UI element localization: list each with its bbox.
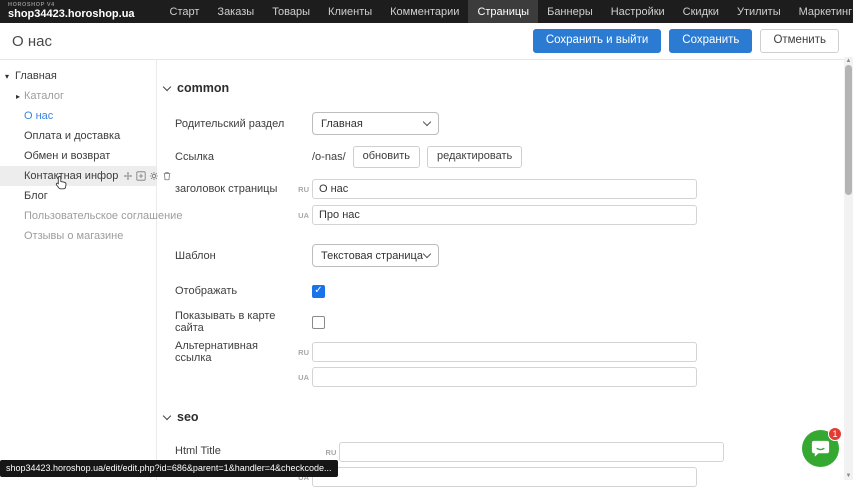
display-row: Отображать ✓ (175, 284, 845, 298)
page-title-ru-row: заголовок страницы RU (175, 179, 845, 199)
nav-discounts[interactable]: Скидки (674, 0, 728, 23)
tree-item-payment[interactable]: Оплата и доставка (0, 126, 156, 146)
nav-clients[interactable]: Клиенты (319, 0, 381, 23)
alt-link-ru-input[interactable] (312, 342, 697, 362)
tree-item-returns[interactable]: Обмен и возврат (0, 146, 156, 166)
section-common[interactable]: common (164, 81, 229, 95)
delete-trash-icon[interactable] (162, 171, 172, 181)
scrollbar-thumb[interactable] (845, 65, 852, 195)
lang-tag-ua: UA (295, 211, 309, 220)
lang-tag-ua: UA (295, 373, 309, 382)
tree-item-contacts[interactable]: Контактная инфор (0, 166, 156, 186)
lang-tag-ru: RU (295, 185, 309, 194)
nav-start[interactable]: Старт (161, 0, 209, 23)
page-title-ru-input[interactable] (312, 179, 697, 199)
link-row: Ссылка /o-nas/ обновить редактировать (175, 146, 845, 168)
refresh-link-button[interactable]: обновить (353, 146, 420, 167)
chat-bubble-icon (810, 438, 831, 459)
page-title-ua-row: UA (175, 205, 845, 225)
scroll-down-icon[interactable]: ▼ (844, 472, 853, 480)
link-value: /o-nas/ (312, 151, 346, 163)
save-button[interactable]: Сохранить (669, 29, 752, 53)
alt-link-ua-row: UA (175, 367, 845, 387)
nav-utilities[interactable]: Утилиты (728, 0, 790, 23)
nav-banners[interactable]: Баннеры (538, 0, 602, 23)
main-nav: Старт Заказы Товары Клиенты Комментарии … (161, 0, 853, 23)
chevron-down-icon (423, 118, 431, 126)
pages-tree-sidebar: ▾ Главная ▸ Каталог О нас Оплата и доста… (0, 60, 157, 480)
logo-domain: shop34423.horoshop.ua (8, 9, 135, 20)
parent-section-row: Родительский раздел Главная (175, 112, 845, 135)
section-seo[interactable]: seo (164, 410, 199, 424)
template-select[interactable]: Текстовая страница (312, 244, 439, 267)
page-title: О нас (12, 33, 52, 50)
html-title-ua-input[interactable] (312, 467, 697, 487)
lang-tag-ru: RU (295, 348, 309, 357)
chat-notification-badge: 1 (828, 427, 842, 441)
add-page-icon[interactable] (136, 171, 146, 181)
link-preview-statusbar: shop34423.horoshop.ua/edit/edit.php?id=6… (0, 460, 338, 477)
caret-right-icon[interactable]: ▸ (16, 92, 20, 101)
template-row: Шаблон Текстовая страница (175, 244, 845, 267)
nav-marketing[interactable]: Маркетинг (790, 0, 853, 23)
chat-widget-button[interactable]: 1 (802, 430, 839, 467)
sitemap-row: Показывать в карте сайта (175, 315, 845, 329)
html-title-ru-row: Html Title Полная замена title, генериру… (175, 442, 845, 462)
lang-tag-ru: RU (322, 448, 336, 457)
tree-item-user-agreement[interactable]: Пользовательское соглашение (0, 206, 156, 226)
move-icon[interactable] (123, 171, 133, 181)
caret-down-icon[interactable]: ▾ (5, 72, 9, 81)
chevron-down-icon (423, 250, 431, 258)
settings-gear-icon[interactable] (149, 171, 159, 181)
vertical-scrollbar[interactable]: ▲ ▼ (844, 57, 853, 480)
nav-products[interactable]: Товары (263, 0, 319, 23)
alt-link-ua-input[interactable] (312, 367, 697, 387)
collapse-chevron-icon (163, 82, 171, 90)
tree-item-about[interactable]: О нас (0, 106, 156, 126)
page-header: О нас Сохранить и выйти Сохранить Отмени… (0, 23, 853, 60)
alt-link-ru-row: Альтернативная ссылка RU (175, 342, 845, 362)
page-edit-form: common Родительский раздел Главная Ссылк… (158, 60, 845, 480)
tree-item-reviews[interactable]: Отзывы о магазине (0, 226, 156, 246)
parent-section-select[interactable]: Главная (312, 112, 439, 135)
tree-item-home[interactable]: ▾ Главная (0, 66, 156, 86)
scroll-up-icon[interactable]: ▲ (844, 57, 853, 65)
nav-orders[interactable]: Заказы (208, 0, 263, 23)
display-checkbox[interactable]: ✓ (312, 285, 325, 298)
tree-item-catalog[interactable]: ▸ Каталог (0, 86, 156, 106)
logo[interactable]: HOROSHOP V4 shop34423.horoshop.ua (8, 3, 135, 21)
sitemap-checkbox[interactable] (312, 316, 325, 329)
cancel-button[interactable]: Отменить (760, 29, 839, 53)
collapse-chevron-icon (163, 411, 171, 419)
topbar: HOROSHOP V4 shop34423.horoshop.ua Старт … (0, 0, 853, 23)
edit-link-button[interactable]: редактировать (427, 146, 522, 167)
html-title-ru-input[interactable] (339, 442, 724, 462)
nav-comments[interactable]: Комментарии (381, 0, 468, 23)
page-title-ua-input[interactable] (312, 205, 697, 225)
tree-item-blog[interactable]: Блог (0, 186, 156, 206)
save-exit-button[interactable]: Сохранить и выйти (533, 29, 661, 53)
nav-settings[interactable]: Настройки (602, 0, 674, 23)
nav-pages[interactable]: Страницы (468, 0, 538, 23)
